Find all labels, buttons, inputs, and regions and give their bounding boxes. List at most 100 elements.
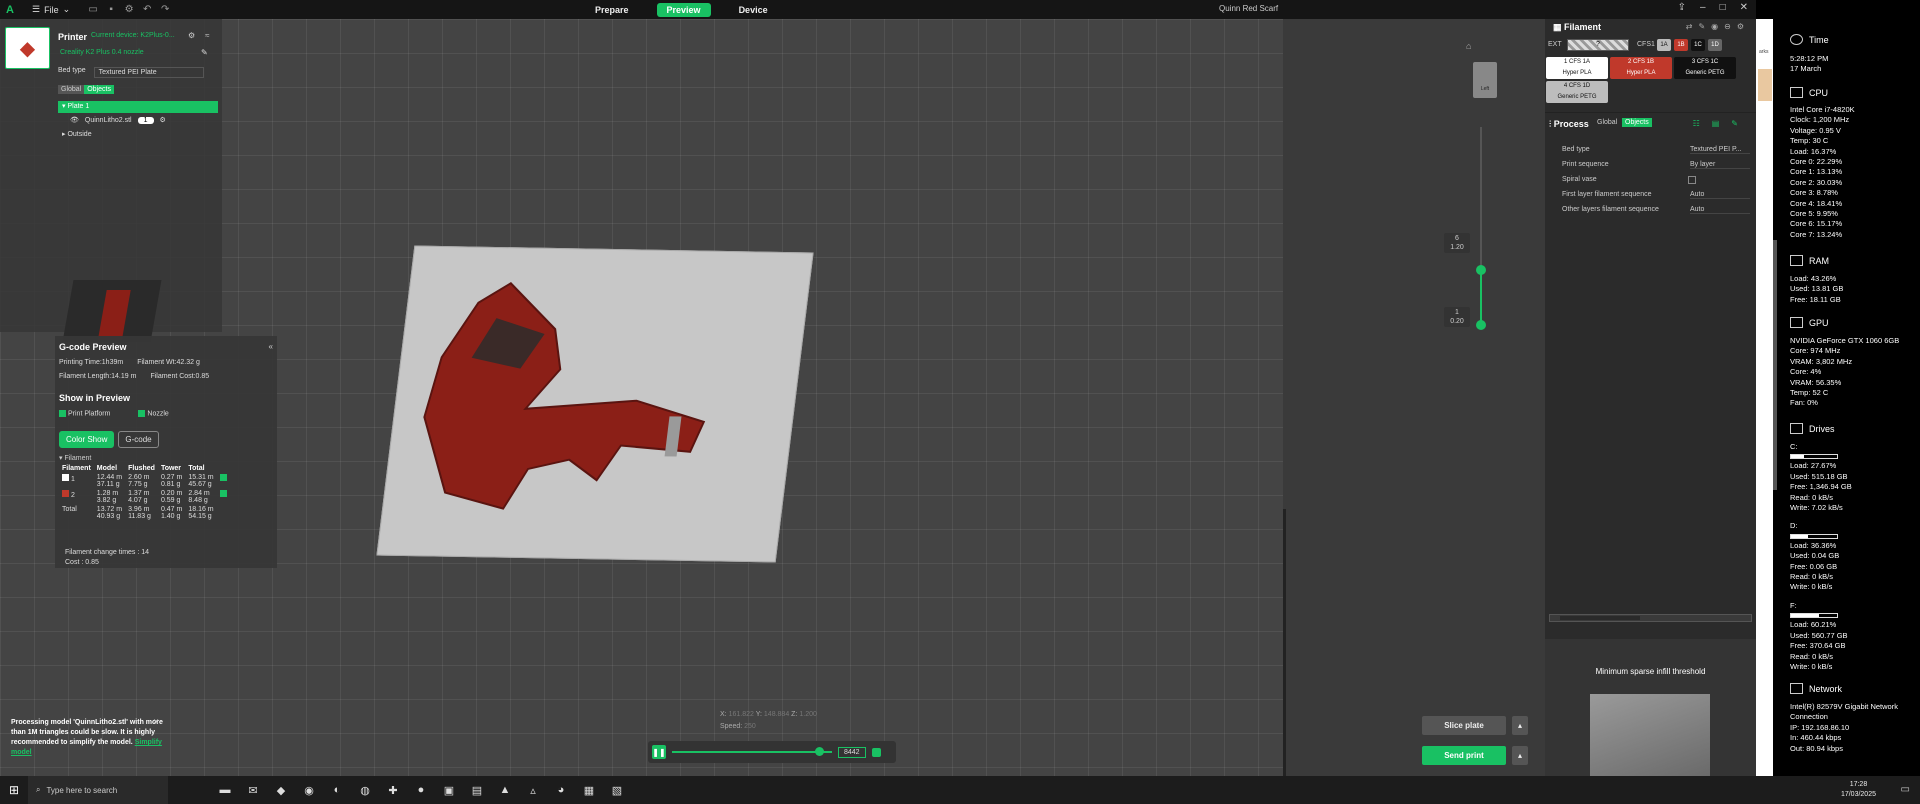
home-icon[interactable]: ⌂ [1466,41,1471,51]
objects-toggle[interactable]: Objects [84,85,114,94]
send-print-button[interactable]: Send print [1422,746,1506,765]
file-menu[interactable]: ☰ File ⌄ [32,4,70,15]
maximize-icon[interactable]: □ [1720,2,1726,13]
app-icon[interactable]: ● [414,784,428,797]
app-icon[interactable]: ▤ [470,784,484,797]
slot-1c-button[interactable]: 1C [1691,39,1705,51]
minimize-icon[interactable]: – [1700,2,1706,13]
layer-top-handle[interactable] [1476,265,1486,275]
monitor-line: Core: 974 MHz [1790,346,1841,356]
slot-1b-button[interactable]: 1B [1674,39,1688,51]
pause-button[interactable]: ❚❚ [652,745,666,759]
tab-prepare[interactable]: Prepare [585,3,639,17]
collapse-icon[interactable]: « [269,342,273,351]
object-row[interactable]: 👁 QuinnLitho2.stl 1 ⚙ [70,116,166,124]
slice-plate-button[interactable]: Slice plate [1422,716,1506,735]
app-icon[interactable]: ▦ [582,784,596,797]
background-window-strip: arks [1756,19,1773,776]
gcode-button[interactable]: G-code [118,431,159,448]
current-device[interactable]: Current device: K2Plus-0... [91,32,175,39]
app-icon[interactable]: ✚ [386,784,400,797]
tab-preview[interactable]: Preview [656,2,711,17]
spool-2[interactable]: 2 CFS 1B Hyper PLA [1610,57,1672,79]
app-icon[interactable]: ◍ [358,784,372,797]
app-icon[interactable]: ◕ [554,784,568,797]
orca-slicer-icon[interactable]: ▲ [498,784,512,797]
upload-icon[interactable]: ⇪ [1678,2,1686,13]
ext-spool[interactable]: ? [1567,39,1629,51]
print-sequence-select[interactable]: By layer [1690,161,1750,169]
app-icon[interactable]: ◐ [330,784,344,797]
send-options-button[interactable]: ▴ [1512,746,1528,765]
windows-start-icon[interactable]: ⊞ [0,783,28,797]
app-icon[interactable]: ◆ [274,784,288,797]
color-show-button[interactable]: Color Show [59,431,115,448]
process-objects-toggle[interactable]: Objects [1622,118,1652,127]
color-swatch [62,474,69,481]
spool-4[interactable]: 4 CFS 1D Generic PETG [1546,81,1608,103]
slice-options-button[interactable]: ▴ [1512,716,1528,735]
outside-item[interactable]: ▸ Outside [62,130,92,138]
redo-icon[interactable]: ↷ [156,4,174,15]
gcode-title: G-code Preview [59,342,127,352]
view-cube[interactable]: Left [1473,62,1497,98]
taskbar-clock[interactable]: 17:28 17/03/2025 [1841,780,1876,800]
bed-type-select[interactable]: Textured PEI P... [1690,146,1750,154]
mail-icon[interactable]: ✉ [246,784,260,797]
scrubber-handle[interactable] [815,747,824,756]
printer-wifi-icon[interactable]: ≈ [205,31,209,40]
chrome-icon[interactable]: ◉ [302,784,316,797]
setting-label: First layer filament sequence [1562,191,1652,198]
edit-icon[interactable]: ✎ [201,48,208,57]
first-layer-seq-select[interactable]: Auto [1690,191,1750,199]
scroll-thumb[interactable] [1560,616,1640,620]
open-folder-icon[interactable]: ▭ [84,4,102,15]
gear-icon[interactable]: ⚙ [120,4,138,15]
app-icon[interactable]: ▣ [442,784,456,797]
view-mode-buttons: Color Show G-code [59,431,159,448]
notification-icon[interactable]: ▭ [1901,784,1910,795]
filament-section[interactable]: ▾ Filament [59,454,91,462]
layer-slider[interactable] [1476,127,1486,330]
vertical-scrollbar[interactable] [1773,240,1777,490]
printer-settings-icon[interactable]: ⚙ [188,31,195,40]
object-count[interactable]: 1 [137,116,154,124]
eye-icon[interactable]: 👁 [70,116,79,124]
print-platform-checkbox[interactable]: Print Platform [59,410,110,417]
layer-bottom-handle[interactable] [1476,320,1486,330]
gcode-move-input[interactable]: 8442 [838,746,866,758]
printer-preset[interactable]: Creality K2 Plus 0.4 nozzle [60,49,144,56]
slot-1a-button[interactable]: 1A [1657,39,1671,51]
app-icon[interactable]: ▧ [610,784,624,797]
file-explorer-icon[interactable]: ▬ [218,784,232,797]
spiral-vase-checkbox[interactable] [1688,176,1696,184]
plate-item[interactable]: ▾ Plate 1 [58,101,218,113]
gcode-scrubber[interactable] [672,747,832,756]
tower-usage: 0.27 m 0.81 g [160,474,183,488]
spool-3[interactable]: 3 CFS 1C Generic PETG [1674,57,1736,79]
close-icon[interactable]: ✕ [153,718,159,728]
visible-checkbox[interactable] [219,490,227,497]
horizontal-scrollbar[interactable] [1549,614,1752,622]
process-global-toggle[interactable]: Global [1597,119,1617,126]
printer-thumbnail[interactable]: ◆ [5,27,50,69]
filament-toolbar[interactable]: ⇄✎◉⊖⚙ [1686,22,1750,31]
total-usage: 15.31 m 45.67 g [188,474,214,488]
global-toggle[interactable]: Global [58,85,85,94]
bed-type-select[interactable]: Textured PEI Plate [93,67,204,78]
process-toolbar[interactable]: ☷▤✎ [1693,119,1750,128]
visible-checkbox[interactable] [219,474,227,481]
nozzle-checkbox[interactable]: Nozzle [138,410,169,417]
object-settings-icon[interactable]: ⚙ [160,116,166,124]
player-settings-button[interactable] [871,747,881,757]
close-icon[interactable]: ✕ [1740,2,1748,13]
save-icon[interactable]: ▪ [102,4,120,15]
other-layers-seq-select[interactable]: Auto [1690,206,1750,214]
tab-device[interactable]: Device [729,3,778,17]
taskbar-search[interactable]: ⌕ Type here to search [28,776,168,804]
slot-1d-button[interactable]: 1D [1708,39,1722,51]
spool-1[interactable]: 1 CFS 1A Hyper PLA [1546,57,1608,79]
undo-icon[interactable]: ↶ [138,4,156,15]
layer-top-height: 1.20 [1450,244,1464,251]
app-icon[interactable]: ▵ [526,784,540,797]
